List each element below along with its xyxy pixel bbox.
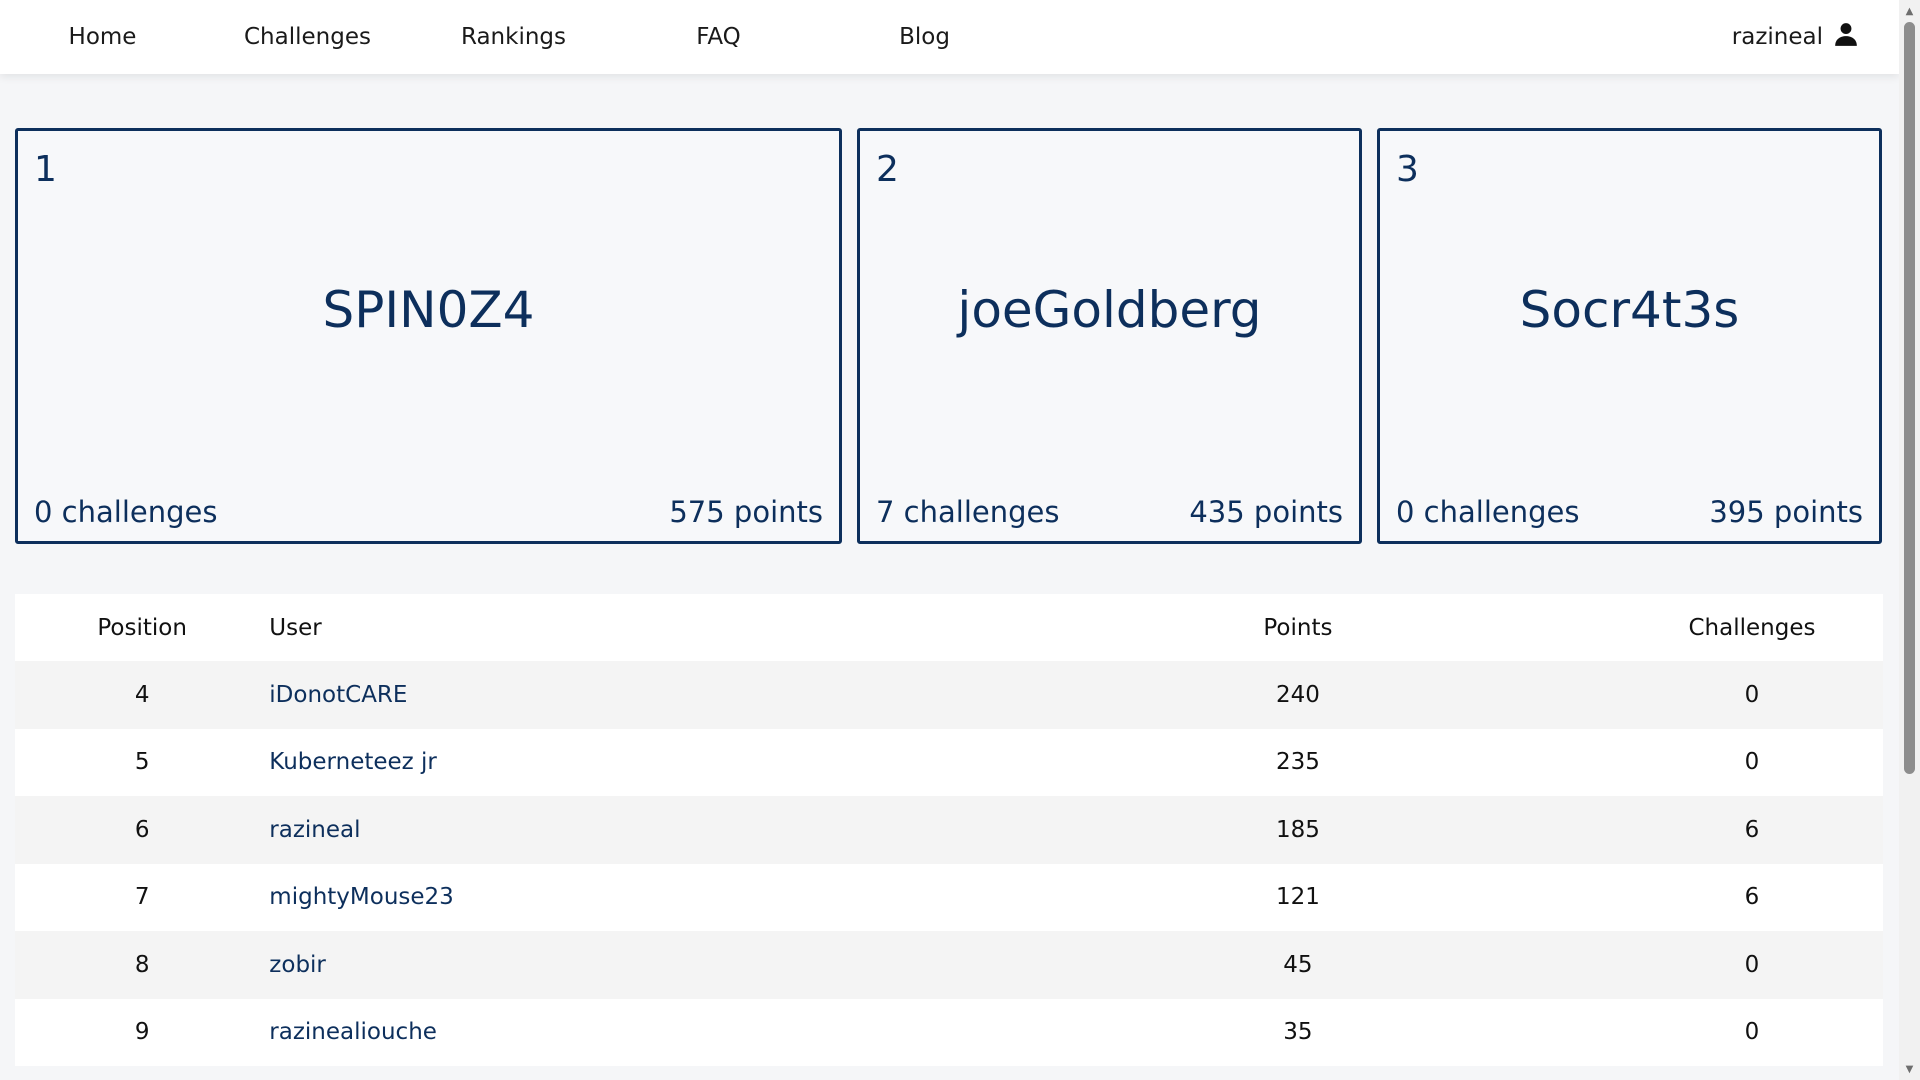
podium-card-first[interactable]: 1 SPIN0Z4 0 challenges 575 points [15,128,842,544]
podium-card-third[interactable]: 3 Socr4t3s 0 challenges 395 points [1377,128,1882,544]
row-position: 7 [134,884,150,911]
header-position: Position [97,614,187,641]
rankings-table: Position User Points Challenges 4 iDonot… [15,594,1883,1066]
header-challenges: Challenges [1688,614,1816,641]
podium-rank: 2 [876,149,899,190]
row-user-link[interactable]: razineal [269,817,360,843]
header-user: User [269,614,322,641]
row-position: 5 [134,749,150,776]
row-position: 9 [134,1019,150,1046]
podium-points: 435 points [1189,495,1343,529]
podium-rank: 1 [34,149,57,190]
podium-username: joeGoldberg [957,281,1262,339]
scroll-up-arrow-icon[interactable]: ▲ [1899,2,1920,20]
rankings-page: Home Challenges Rankings FAQ Blog razine… [0,0,1899,1080]
table-row: 8 zobir 45 0 [15,931,1883,999]
nav-home[interactable]: Home [0,0,205,74]
row-position: 4 [134,681,150,708]
row-user-link[interactable]: mightyMouse23 [269,884,454,910]
table-row: 9 razinealiouche 35 0 [15,999,1883,1067]
username-label: razineal [1731,24,1823,50]
podium-rank: 3 [1396,149,1419,190]
row-challenges: 6 [1744,816,1760,843]
table-row: 6 razineal 185 6 [15,796,1883,864]
scroll-down-arrow-icon[interactable]: ▼ [1899,1060,1920,1078]
podium-points: 575 points [669,495,823,529]
table-row: 5 Kuberneteez jr 235 0 [15,729,1883,797]
podium-challenges: 0 challenges [34,495,218,529]
row-points: 240 [1275,681,1320,708]
scrollbar-thumb[interactable] [1904,22,1915,774]
nav-faq[interactable]: FAQ [616,0,821,74]
row-points: 235 [1275,749,1320,776]
row-challenges: 0 [1744,749,1760,776]
row-user-link[interactable]: Kuberneteez jr [269,749,437,775]
user-menu[interactable]: razineal [1732,0,1859,74]
row-points: 121 [1275,884,1320,911]
row-user-link[interactable]: razinealiouche [269,1019,437,1045]
podium-challenges: 0 challenges [1396,495,1580,529]
row-user-link[interactable]: iDonotCARE [269,682,407,708]
table-row: 4 iDonotCARE 240 0 [15,661,1883,729]
row-points: 185 [1275,816,1320,843]
header-points: Points [1263,614,1333,641]
podium-username: Socr4t3s [1519,281,1740,339]
row-position: 8 [134,951,150,978]
row-challenges: 0 [1744,1019,1760,1046]
podium-card-second[interactable]: 2 joeGoldberg 7 challenges 435 points [857,128,1362,544]
page-scrollbar[interactable]: ▲ ▼ [1899,0,1920,1080]
nav-rankings[interactable]: Rankings [411,0,616,74]
row-points: 35 [1283,1019,1313,1046]
row-challenges: 6 [1744,884,1760,911]
podium-challenges: 7 challenges [876,495,1060,529]
row-points: 45 [1283,951,1313,978]
nav-challenges[interactable]: Challenges [205,0,410,74]
table-row: 7 mightyMouse23 121 6 [15,864,1883,932]
top-navbar: Home Challenges Rankings FAQ Blog razine… [0,0,1899,74]
row-user-link[interactable]: zobir [269,952,326,978]
podium-points: 395 points [1709,495,1863,529]
row-position: 6 [134,816,150,843]
nav-blog[interactable]: Blog [822,0,1027,74]
row-challenges: 0 [1744,681,1760,708]
table-header-row: Position User Points Challenges [15,594,1883,661]
user-icon [1833,21,1859,53]
podium-username: SPIN0Z4 [322,281,535,339]
row-challenges: 0 [1744,951,1760,978]
